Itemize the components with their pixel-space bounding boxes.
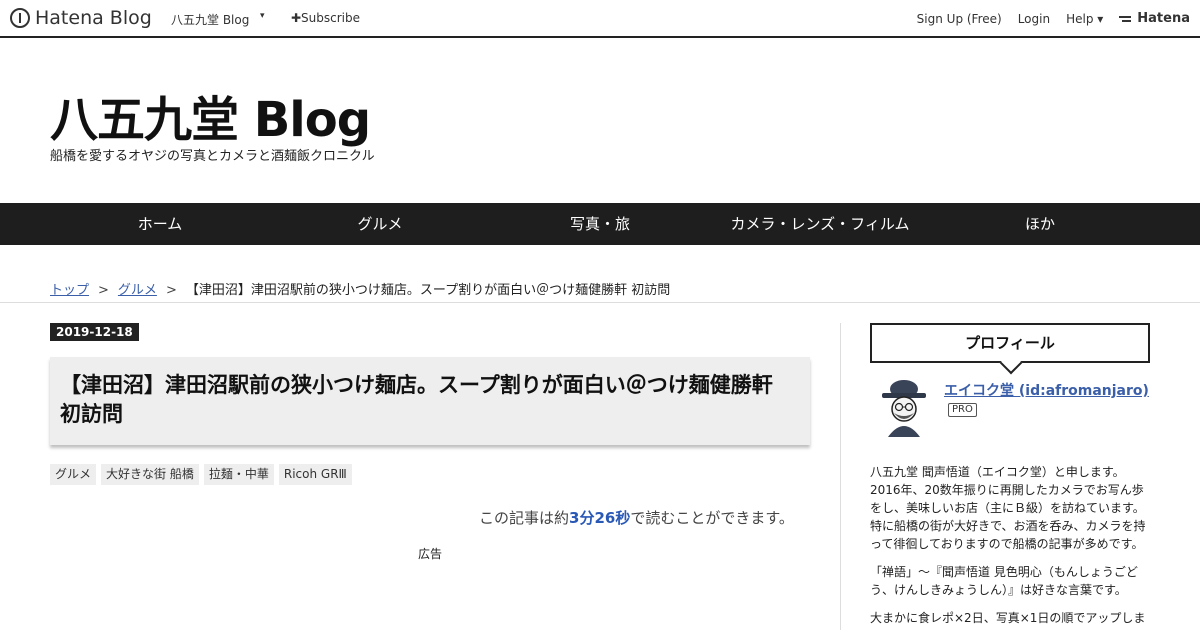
nav-item-other[interactable]: ほか xyxy=(930,203,1150,245)
hatena-mark-icon xyxy=(1119,14,1133,24)
avatar[interactable] xyxy=(874,379,934,439)
tag-item[interactable]: Ricoh GRⅢ xyxy=(278,464,352,485)
hatena-logo[interactable]: Hatena xyxy=(1119,11,1190,26)
breadcrumb-separator: > xyxy=(98,283,109,298)
nav-item-home[interactable]: ホーム xyxy=(50,203,270,245)
tag-item[interactable]: グルメ xyxy=(50,464,97,485)
entry-title[interactable]: 【津田沼】津田沼駅前の狭小つけ麺店。スープ割りが面白い＠つけ麺健勝軒 初訪問 xyxy=(50,357,810,445)
signup-link[interactable]: Sign Up (Free) xyxy=(917,12,1002,26)
entry-tags: グルメ 大好きな街 船橋 拉麺・中華 Ricoh GRⅢ xyxy=(50,464,352,485)
pro-badge: PRO xyxy=(948,403,977,417)
breadcrumb-current: 【津田沼】津田沼駅前の狭小つけ麺店。スープ割りが面白い＠つけ麺健勝軒 初訪問 xyxy=(185,283,671,298)
login-link[interactable]: Login xyxy=(1018,12,1050,26)
profile-description: 八五九堂 聞声悟道（エイコク堂）と申します。2016年、20数年振りに再開したカ… xyxy=(870,463,1150,630)
reading-time-value: 3分26秒 xyxy=(569,509,631,527)
breadcrumb: トップ > グルメ > 【津田沼】津田沼駅前の狭小つけ麺店。スープ割りが面白い＠つけ麺健… xyxy=(50,279,670,298)
hatena-blog-logo-icon xyxy=(10,8,30,28)
tag-item[interactable]: 大好きな街 船橋 xyxy=(101,464,199,485)
author-link[interactable]: エイコク堂 (id:afromanjaro) xyxy=(944,380,1149,400)
divider xyxy=(0,302,1200,303)
reading-time: この記事は約3分26秒で読むことができます。 xyxy=(479,507,794,528)
tag-item[interactable]: 拉麺・中華 xyxy=(203,464,274,485)
topbar-right: Sign Up (Free) Login Help ▾ Hatena xyxy=(917,11,1190,26)
profile-paragraph: 大まかに食レポ×2日、写真×1日の順でアップしま xyxy=(870,611,1146,625)
breadcrumb-separator: > xyxy=(165,283,177,298)
global-nav: ホーム グルメ 写真・旅 カメラ・レンズ・フィルム ほか xyxy=(0,203,1200,245)
nav-item-gourmet[interactable]: グルメ xyxy=(270,203,490,245)
reading-time-prefix: この記事は約 xyxy=(479,509,570,527)
help-menu[interactable]: Help ▾ xyxy=(1066,12,1103,26)
profile-heading: プロフィール xyxy=(870,323,1150,363)
reading-time-suffix: で読むことができます。 xyxy=(630,509,794,527)
hatena-topbar: Hatena Blog 八五九堂 Blog ▾ ✚Subscribe Sign … xyxy=(0,0,1200,38)
nav-item-camera[interactable]: カメラ・レンズ・フィルム xyxy=(710,203,930,245)
hatena-blog-logo-text: Hatena Blog xyxy=(35,7,152,29)
ad-label: 広告 xyxy=(418,547,443,561)
profile-paragraph: 「禅語」～『聞声悟道 見色明心（もんしょうごどう、けんしきみょうしん）』は好きな… xyxy=(870,565,1138,597)
nav-item-photo-travel[interactable]: 写真・旅 xyxy=(490,203,710,245)
hatena-blog-logo[interactable]: Hatena Blog xyxy=(10,7,152,29)
hatena-logo-text: Hatena xyxy=(1137,11,1190,26)
blog-name-link[interactable]: 八五九堂 Blog xyxy=(171,11,249,28)
blog-title[interactable]: 八五九堂 Blog xyxy=(50,80,371,150)
column-divider xyxy=(840,323,841,630)
entry-date[interactable]: 2019-12-18 xyxy=(50,323,139,341)
subscribe-button[interactable]: ✚Subscribe xyxy=(291,11,360,25)
blog-description: 船橋を愛するオヤジの写真とカメラと酒麺飯クロニクル xyxy=(50,149,375,164)
breadcrumb-top[interactable]: トップ xyxy=(50,283,89,298)
profile-paragraph: 八五九堂 聞声悟道（エイコク堂）と申します。2016年、20数年振りに再開したカ… xyxy=(870,465,1146,551)
breadcrumb-category[interactable]: グルメ xyxy=(118,283,157,298)
chevron-down-icon[interactable]: ▾ xyxy=(260,11,265,21)
